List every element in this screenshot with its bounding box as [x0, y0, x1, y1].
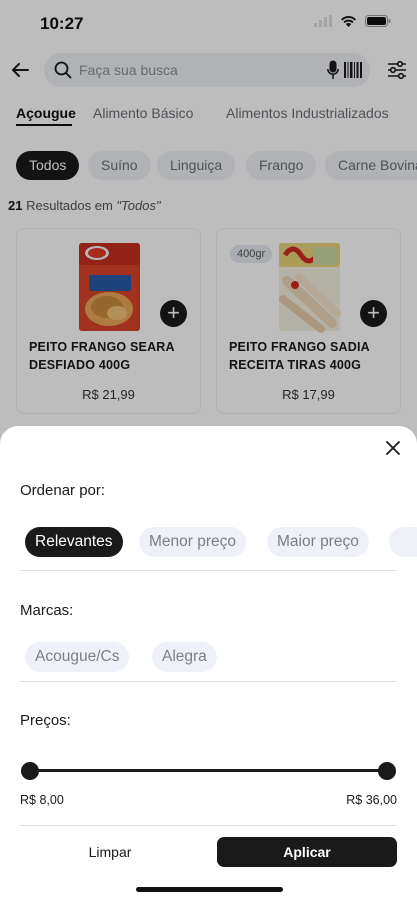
- filter-bottom-sheet: Ordenar por: Relevantes Menor preço Maio…: [0, 426, 417, 900]
- sort-option-menor-preco[interactable]: Menor preço: [139, 527, 247, 557]
- brands-title: Marcas:: [20, 602, 74, 619]
- divider: [20, 570, 397, 571]
- sort-option-maior-preco[interactable]: Maior preço: [267, 527, 369, 557]
- price-slider-track[interactable]: [30, 769, 387, 772]
- price-min-label: R$ 8,00: [20, 793, 64, 807]
- apply-button[interactable]: Aplicar: [217, 837, 397, 867]
- clear-button[interactable]: Limpar: [20, 837, 200, 867]
- divider: [20, 825, 397, 826]
- price-max-label: R$ 36,00: [346, 793, 397, 807]
- sort-option-relevantes[interactable]: Relevantes: [25, 527, 123, 557]
- prices-title: Preços:: [20, 712, 71, 729]
- brand-option-alegra[interactable]: Alegra: [152, 642, 217, 672]
- sort-option-more[interactable]: [389, 527, 417, 557]
- price-slider-min-handle[interactable]: [21, 762, 39, 780]
- divider: [20, 681, 397, 682]
- home-indicator: [136, 887, 283, 892]
- price-slider-max-handle[interactable]: [378, 762, 396, 780]
- brand-option-acougue-cs[interactable]: Acougue/Cs: [25, 642, 130, 672]
- sort-title: Ordenar por:: [20, 482, 106, 499]
- close-icon[interactable]: [385, 440, 401, 456]
